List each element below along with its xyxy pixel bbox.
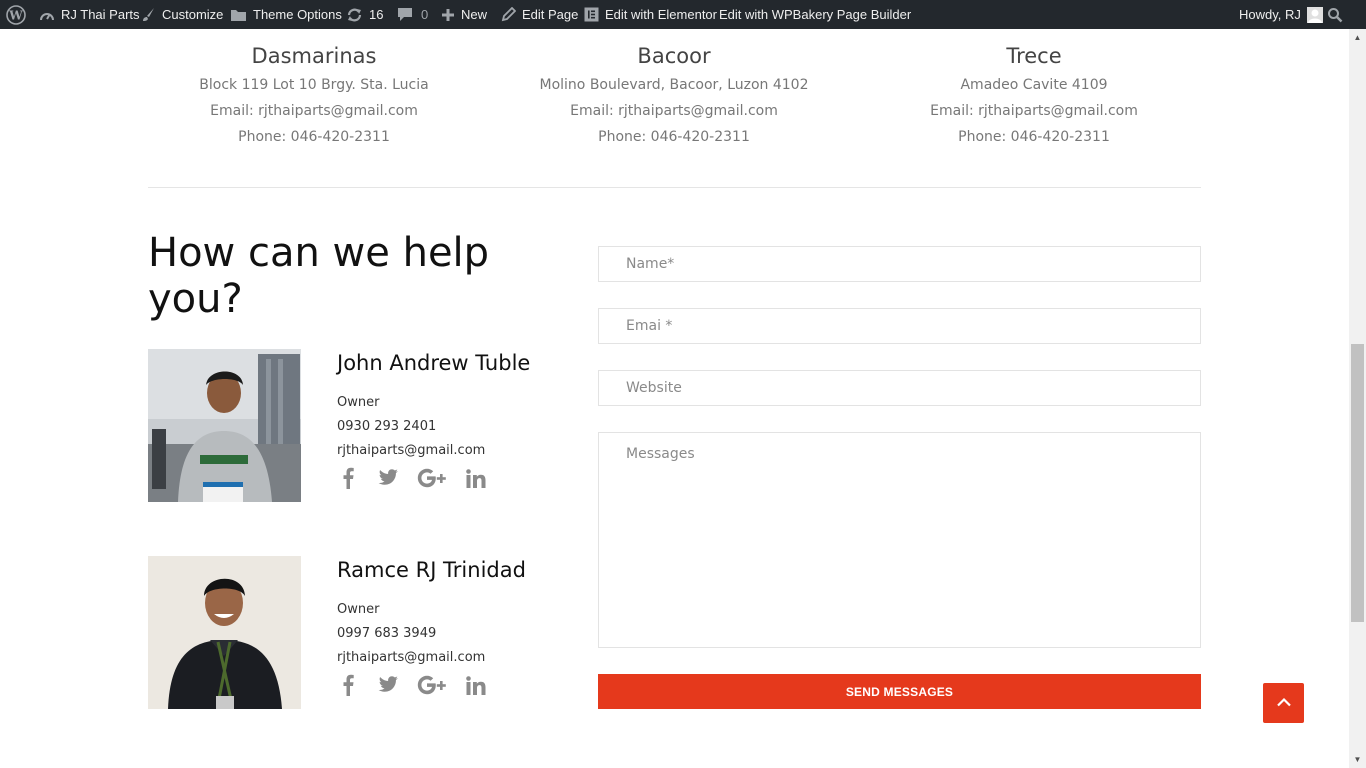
person-photo <box>148 556 301 709</box>
location-address: Molino Boulevard, Bacoor, Luzon 4102 <box>539 77 809 93</box>
location-dasmarinas: Dasmarinas Block 119 Lot 10 Brgy. Sta. L… <box>144 40 484 150</box>
admin-bar-edit-elementor[interactable]: Edit with Elementor <box>584 0 717 29</box>
person-email: rjthaiparts@gmail.com <box>337 650 486 665</box>
location-phone: Phone: 046-420-2311 <box>598 129 750 145</box>
person-role: Owner <box>337 395 380 410</box>
admin-bar-updates[interactable]: 16 <box>346 0 383 29</box>
plus-icon <box>441 8 455 22</box>
admin-bar-new[interactable]: New <box>441 0 487 29</box>
linkedin-icon[interactable] <box>465 674 487 696</box>
contact-person-ramce: Ramce RJ Trinidad Owner 0997 683 3949 rj… <box>148 556 568 716</box>
back-to-top-button[interactable] <box>1263 683 1304 723</box>
admin-bar-comments[interactable]: 0 <box>397 0 428 29</box>
scrollbar-thumb[interactable] <box>1351 344 1364 622</box>
site-name-label: RJ Thai Parts <box>61 7 140 22</box>
contact-person-john: John Andrew Tuble Owner 0930 293 2401 rj… <box>148 349 568 509</box>
admin-bar-account[interactable]: Howdy, RJ <box>1239 0 1323 29</box>
person-photo <box>148 349 301 502</box>
wordpress-logo-icon[interactable]: W <box>6 0 26 29</box>
location-email: Email: rjthaiparts@gmail.com <box>930 103 1138 119</box>
paintbrush-icon <box>141 7 156 22</box>
location-email: Email: rjthaiparts@gmail.com <box>570 103 778 119</box>
person-phone: 0997 683 3949 <box>337 626 437 641</box>
send-messages-button[interactable]: SEND MESSAGES <box>598 674 1201 709</box>
location-trece: Trece Amadeo Cavite 4109 Email: rjthaipa… <box>864 40 1204 150</box>
location-name: Bacoor <box>637 44 711 68</box>
person-social-links <box>337 674 505 696</box>
elementor-icon <box>584 7 599 22</box>
twitter-icon[interactable] <box>377 674 399 696</box>
person-name: Ramce RJ Trinidad <box>337 558 526 582</box>
section-divider <box>148 187 1201 188</box>
linkedin-icon[interactable] <box>465 467 487 489</box>
updates-count: 16 <box>369 7 384 22</box>
folder-icon <box>230 8 247 22</box>
admin-bar-edit-wpbakery[interactable]: Edit with WPBakery Page Builder <box>719 0 911 29</box>
location-phone: Phone: 046-420-2311 <box>238 129 390 145</box>
person-social-links <box>337 467 505 489</box>
theme-options-label: Theme Options <box>253 7 342 22</box>
facebook-icon[interactable] <box>337 674 359 696</box>
location-address: Block 119 Lot 10 Brgy. Sta. Lucia <box>199 77 429 93</box>
updates-icon <box>346 7 363 23</box>
location-email: Email: rjthaiparts@gmail.com <box>210 103 418 119</box>
person-name: John Andrew Tuble <box>337 351 531 375</box>
avatar <box>1306 6 1323 23</box>
scroll-down-arrow-icon[interactable]: ▼ <box>1349 751 1366 768</box>
location-name: Trece <box>1006 44 1062 68</box>
person-phone: 0930 293 2401 <box>337 419 437 434</box>
howdy-label: Howdy, RJ <box>1239 7 1301 22</box>
scroll-up-arrow-icon[interactable]: ▲ <box>1349 29 1366 46</box>
search-icon[interactable] <box>1327 0 1343 29</box>
admin-bar-theme-options[interactable]: Theme Options <box>230 0 342 29</box>
person-role: Owner <box>337 602 380 617</box>
comment-icon <box>397 7 413 22</box>
edit-page-label: Edit Page <box>522 7 579 22</box>
google-plus-icon[interactable] <box>417 674 447 696</box>
google-plus-icon[interactable] <box>417 467 447 489</box>
twitter-icon[interactable] <box>377 467 399 489</box>
svg-text:W: W <box>8 8 23 22</box>
admin-bar-customize[interactable]: Customize <box>141 0 223 29</box>
customize-label: Customize <box>162 7 224 22</box>
location-address: Amadeo Cavite 4109 <box>960 77 1108 93</box>
page-scrollbar[interactable]: ▲ ▼ <box>1349 29 1366 768</box>
admin-bar: W RJ Thai Parts Customize Theme Options … <box>0 0 1366 29</box>
comments-count: 0 <box>421 7 429 22</box>
location-bacoor: Bacoor Molino Boulevard, Bacoor, Luzon 4… <box>504 40 844 150</box>
admin-bar-edit-page[interactable]: Edit Page <box>501 0 578 29</box>
location-name: Dasmarinas <box>251 44 377 68</box>
chevron-up-icon <box>1276 694 1292 712</box>
pencil-icon <box>501 7 516 22</box>
new-label: New <box>461 7 488 22</box>
message-field[interactable] <box>598 432 1201 648</box>
person-email: rjthaiparts@gmail.com <box>337 443 486 458</box>
name-field[interactable] <box>598 246 1201 282</box>
help-heading: How can we help you? <box>148 230 490 322</box>
facebook-icon[interactable] <box>337 467 359 489</box>
admin-bar-site-name[interactable]: RJ Thai Parts <box>39 0 140 29</box>
website-field[interactable] <box>598 370 1201 406</box>
email-field[interactable] <box>598 308 1201 344</box>
edit-elementor-label: Edit with Elementor <box>605 7 717 22</box>
edit-wpbakery-label: Edit with WPBakery Page Builder <box>719 7 912 22</box>
location-phone: Phone: 046-420-2311 <box>958 129 1110 145</box>
dashboard-icon <box>39 8 55 22</box>
